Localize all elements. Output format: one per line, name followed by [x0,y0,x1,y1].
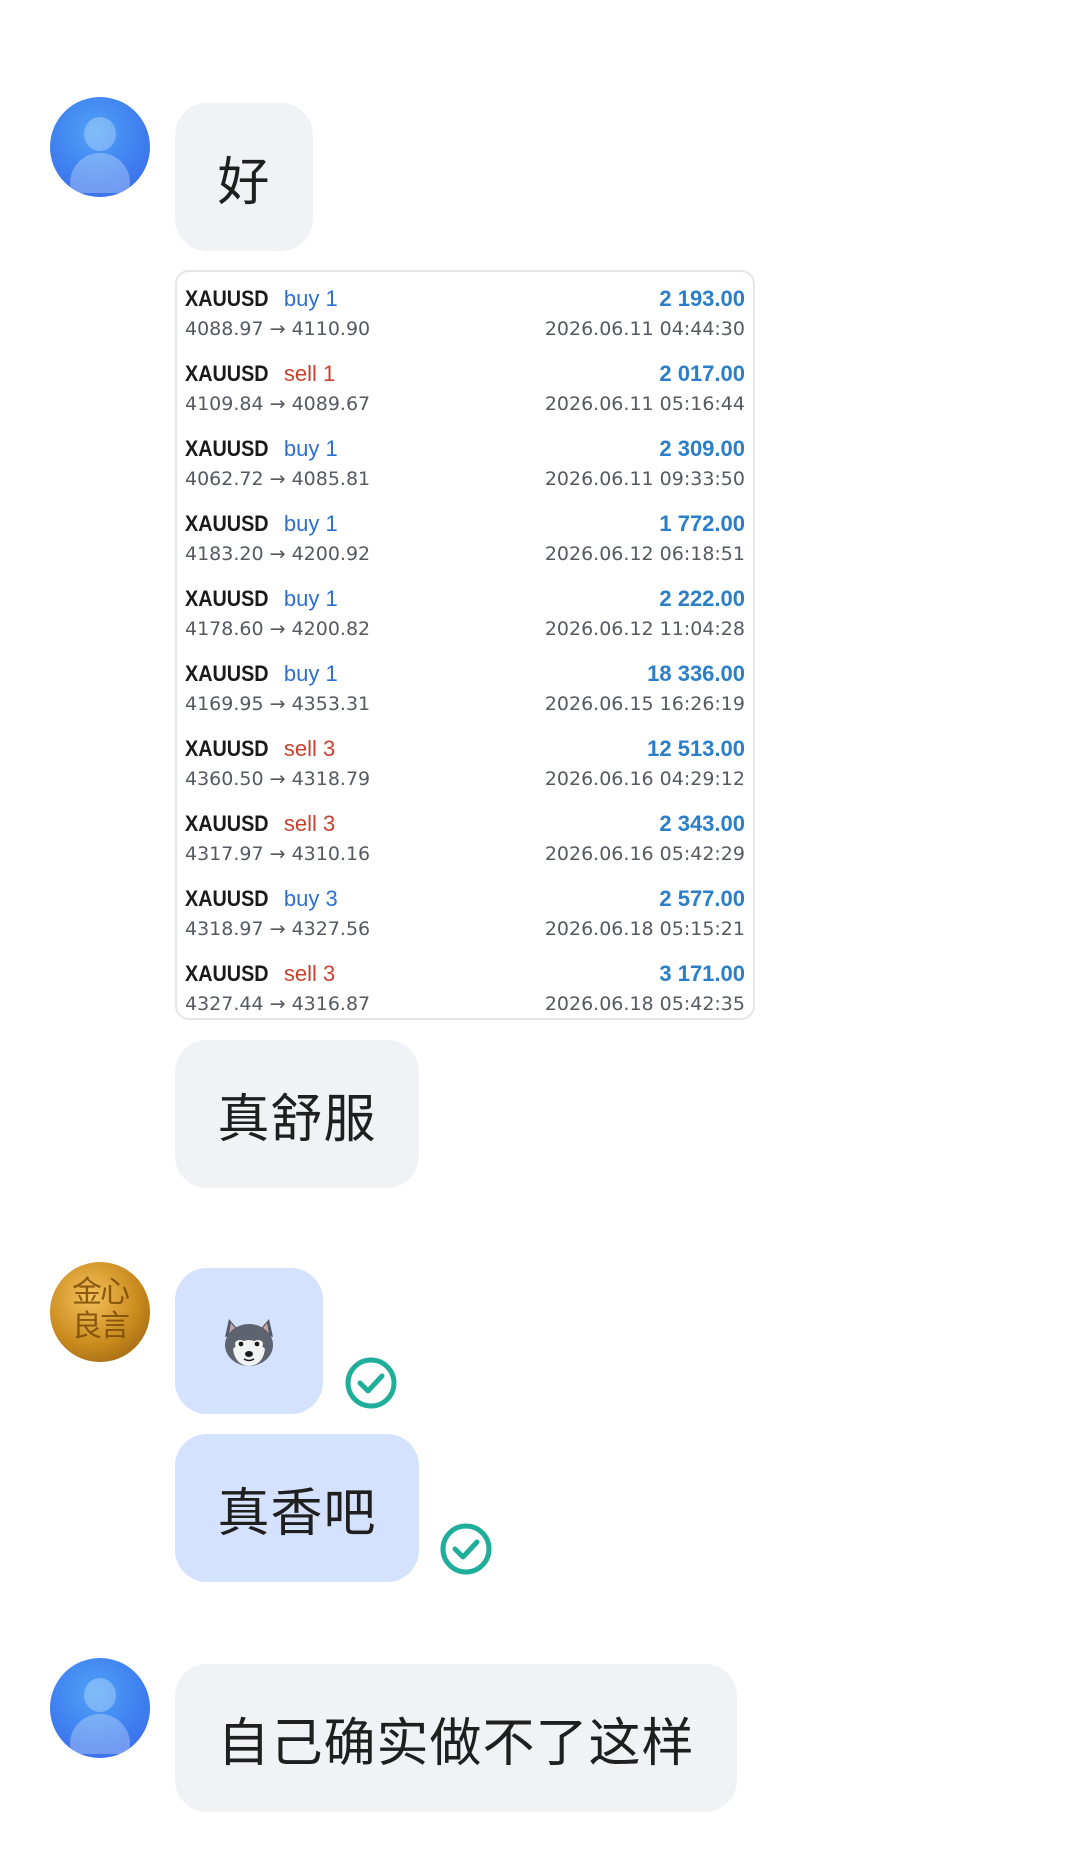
trade-row: XAUUSD buy 1 2 309.00 4062.72 → 4085.81 2… [185,428,745,503]
message-text: 自己确实做不了这样 [217,1713,695,1774]
chat-thread: 好 XAUUSD buy 1 2 193.00 4088.97 → 4110.90… [0,0,1080,1875]
trade-profit: 3 171.00 [659,961,745,986]
trade-time: 2026.06.18 05:15:21 [544,918,745,940]
message-text: 真舒服 [217,1089,377,1150]
trade-symbol: XAUUSD [185,361,269,386]
trade-time: 2026.06.11 04:44:30 [544,318,745,340]
trade-prices: 4088.97 → 4110.90 [185,318,371,340]
contact-avatar[interactable] [50,97,150,197]
trade-time: 2026.06.15 16:26:19 [544,693,745,715]
avatar-seal-text: 金心 良言 [72,1275,130,1344]
trade-time: 2026.06.16 05:42:29 [544,843,745,865]
trade-prices: 4360.50 → 4318.79 [185,768,371,790]
trade-profit: 2 193.00 [659,286,745,311]
trade-row: XAUUSD sell 3 3 171.00 4327.44 → 4316.87 … [185,953,745,1018]
trade-prices: 4327.44 → 4316.87 [185,993,371,1015]
message-text: 好 [217,152,271,213]
read-check-icon [440,1523,492,1575]
person-silhouette-body [70,153,130,193]
message-bubble-incoming[interactable]: 真舒服 [175,1040,419,1188]
trade-prices: 4317.97 → 4310.16 [185,843,371,865]
own-avatar[interactable]: 金心 良言 [50,1262,150,1362]
contact-avatar[interactable] [50,1658,150,1758]
trade-direction: buy 1 [283,511,338,536]
trade-symbol: XAUUSD [185,961,269,986]
trade-time: 2026.06.11 05:16:44 [544,393,745,415]
message-bubble-incoming[interactable]: 好 [175,103,313,251]
trade-direction: buy 1 [283,661,338,686]
trade-symbol: XAUUSD [185,661,269,686]
message-bubble-incoming[interactable]: 自己确实做不了这样 [175,1664,737,1812]
trade-symbol: XAUUSD [185,286,269,311]
trade-row: XAUUSD sell 3 12 513.00 4360.50 → 4318.79… [185,728,745,803]
trade-profit: 1 772.00 [659,511,745,536]
trade-prices: 4169.95 → 4353.31 [185,693,371,715]
trade-symbol: XAUUSD [185,586,269,611]
trade-profit: 2 343.00 [659,811,745,836]
trade-profit: 2 577.00 [659,886,745,911]
trade-row: XAUUSD buy 1 1 772.00 4183.20 → 4200.92 2… [185,503,745,578]
trade-time: 2026.06.18 05:42:35 [544,993,745,1015]
message-bubble-outgoing[interactable]: 真香吧 [175,1434,419,1582]
message-text: 真香吧 [217,1483,377,1544]
trade-direction: sell 3 [283,736,336,761]
trade-profit: 12 513.00 [647,736,745,761]
trade-direction: buy 1 [283,436,338,461]
trade-symbol: XAUUSD [185,736,269,761]
trade-row: XAUUSD sell 1 2 017.00 4109.84 → 4089.67 … [185,353,745,428]
trade-time: 2026.06.12 11:04:28 [544,618,745,640]
trade-row: XAUUSD buy 1 2 222.00 4178.60 → 4200.82 2… [185,578,745,653]
trade-row: XAUUSD buy 3 2 577.00 4318.97 → 4327.56 2… [185,878,745,953]
person-silhouette-body [70,1714,130,1754]
person-silhouette-head [84,117,116,151]
trade-profit: 18 336.00 [647,661,745,686]
trade-symbol: XAUUSD [185,811,269,836]
trade-symbol: XAUUSD [185,886,269,911]
trade-profit: 2 309.00 [659,436,745,461]
trade-row: XAUUSD sell 3 2 343.00 4317.97 → 4310.16 … [185,803,745,878]
trade-direction: buy 3 [283,886,338,911]
trade-history-image[interactable]: XAUUSD buy 1 2 193.00 4088.97 → 4110.90 2… [175,270,755,1020]
trade-direction: sell 1 [283,361,336,386]
trade-direction: buy 1 [283,586,338,611]
trade-time: 2026.06.16 04:29:12 [544,768,745,790]
trade-row: XAUUSD buy 1 18 336.00 4169.95 → 4353.31 … [185,653,745,728]
trade-profit: 2 017.00 [659,361,745,386]
trade-direction: sell 3 [283,811,336,836]
trade-direction: buy 1 [283,286,338,311]
trade-prices: 4062.72 → 4085.81 [185,468,371,490]
trade-prices: 4183.20 → 4200.92 [185,543,371,565]
trade-prices: 4178.60 → 4200.82 [185,618,371,640]
read-check-icon [345,1357,397,1409]
husky-emoji-icon [225,1319,273,1366]
trade-symbol: XAUUSD [185,511,269,536]
trade-symbol: XAUUSD [185,436,269,461]
trade-time: 2026.06.12 06:18:51 [544,543,745,565]
trade-time: 2026.06.11 09:33:50 [544,468,745,490]
message-bubble-outgoing[interactable] [175,1268,323,1414]
trade-direction: sell 3 [283,961,336,986]
trade-row: XAUUSD buy 1 2 193.00 4088.97 → 4110.90 2… [185,278,745,353]
trade-profit: 2 222.00 [659,586,745,611]
person-silhouette-head [84,1678,116,1712]
trade-prices: 4318.97 → 4327.56 [185,918,371,940]
trade-prices: 4109.84 → 4089.67 [185,393,371,415]
